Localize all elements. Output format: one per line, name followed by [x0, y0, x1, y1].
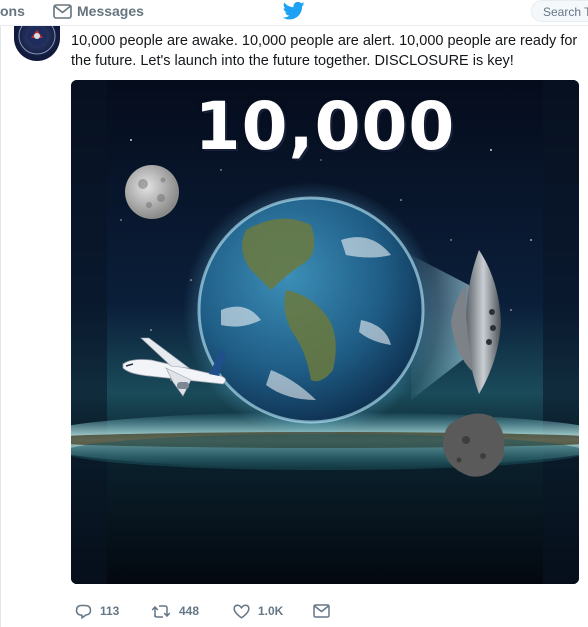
search-input[interactable]: Search T [531, 0, 588, 22]
reply-count: 113 [100, 604, 120, 618]
tweet-media-image[interactable]: 10,000 [71, 80, 579, 584]
tweet-text: 10,000 people are awake. 10,000 people a… [71, 33, 578, 69]
nav-notifications-label: ons [0, 3, 25, 19]
retweet-button[interactable]: 448 [151, 604, 233, 619]
avatar[interactable] [14, 26, 60, 61]
heart-icon [233, 604, 250, 619]
like-button[interactable]: 1.0K [233, 604, 313, 619]
media-headline-text: 10,000 [194, 88, 456, 165]
twitter-bird-icon[interactable] [283, 1, 305, 21]
search-placeholder: Search T [543, 5, 588, 19]
tweet-card: 10,000 people are awake. 10,000 people a… [0, 26, 588, 627]
retweet-icon [151, 604, 171, 618]
like-count: 1.0K [258, 604, 284, 618]
envelope-icon [53, 3, 72, 19]
top-navigation-bar: ons Messages Search T [0, 0, 588, 26]
reply-button[interactable]: 113 [75, 604, 151, 619]
reply-icon [75, 604, 92, 619]
retweet-count: 448 [179, 604, 200, 618]
nav-notifications[interactable]: ons [0, 3, 25, 19]
direct-message-icon [313, 604, 330, 618]
tweet-actions-bar: 113 448 1.0K [75, 601, 375, 621]
nav-messages-label: Messages [77, 3, 144, 19]
direct-message-button[interactable] [313, 604, 338, 618]
seal-emblem-icon [18, 26, 56, 55]
nav-messages[interactable]: Messages [53, 3, 144, 19]
